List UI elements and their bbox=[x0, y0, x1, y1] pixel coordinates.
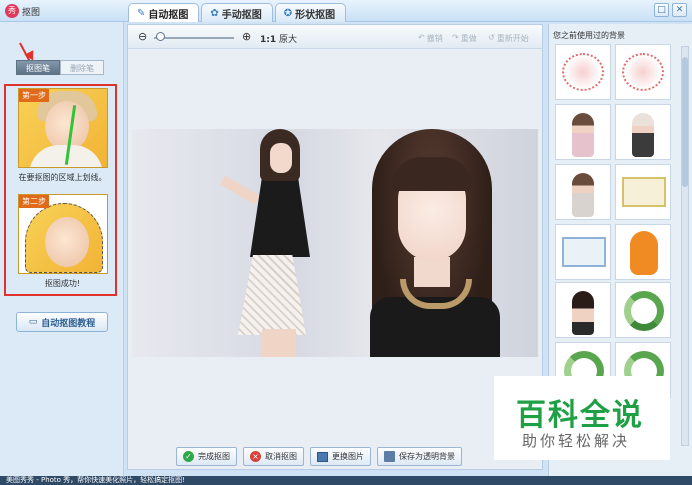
background-thumb[interactable] bbox=[555, 164, 611, 220]
save-transparent-button[interactable]: 保存为透明背景 bbox=[377, 447, 462, 466]
restart-label: 重新开始 bbox=[496, 34, 529, 43]
replace-image-button[interactable]: 更换图片 bbox=[310, 447, 371, 466]
cancel-icon: × bbox=[250, 451, 261, 462]
tab-label: 自动抠图 bbox=[148, 9, 189, 21]
title-bar: 秀 抠图 ✎ 自动抠图 ✿ 手动抠图 ✪ 形状抠图 □ ✕ bbox=[0, 0, 692, 22]
done-button[interactable]: ✓ 完成抠图 bbox=[176, 447, 237, 466]
close-button[interactable]: ✕ bbox=[672, 3, 687, 17]
background-history-title: 您之前使用过的背景 bbox=[553, 31, 625, 40]
photo-figure bbox=[392, 157, 472, 191]
tab-label: 手动抠图 bbox=[221, 9, 262, 21]
actual-size-button[interactable]: 1:1 原大 bbox=[260, 32, 297, 45]
cutout-pen-button[interactable]: 抠图笔 bbox=[16, 60, 60, 75]
photo-figure bbox=[220, 175, 260, 205]
background-thumb[interactable] bbox=[615, 104, 671, 160]
zoom-slider-handle[interactable] bbox=[156, 32, 165, 41]
action-buttons: ✓ 完成抠图 × 取消抠图 更换图片 保存为透明背景 bbox=[176, 447, 462, 466]
replace-label: 更换图片 bbox=[332, 452, 364, 461]
done-label: 完成抠图 bbox=[198, 452, 230, 461]
background-thumb[interactable] bbox=[555, 282, 611, 338]
stamp-image bbox=[622, 53, 664, 91]
photo-figure bbox=[270, 143, 292, 173]
thumbnail-scrollbar[interactable] bbox=[681, 46, 689, 446]
left-panel: 抠图笔 删除笔 第一步 在要抠图的区域上划线。 第二步 抠图成功! ▭ 自动抠图… bbox=[0, 22, 124, 476]
background-thumb[interactable] bbox=[615, 44, 671, 100]
redo-button[interactable]: ↷ 重做 bbox=[452, 33, 477, 44]
status-bar: 美图秀秀 - Photo 秀，帮你快速美化照片，轻松搞定抠图! bbox=[0, 476, 692, 485]
erase-pen-button[interactable]: 删除笔 bbox=[60, 60, 104, 75]
redo-label: 重做 bbox=[460, 34, 477, 43]
ratio-value: 1:1 bbox=[260, 35, 277, 45]
restore-button[interactable]: □ bbox=[654, 3, 669, 17]
undo-icon: ↶ bbox=[418, 33, 425, 42]
save-icon bbox=[384, 451, 395, 462]
undo-button[interactable]: ↶ 撤销 bbox=[418, 33, 443, 44]
redo-icon: ↷ bbox=[452, 33, 459, 42]
background-thumb[interactable] bbox=[615, 224, 671, 280]
window-title: 抠图 bbox=[22, 8, 41, 18]
watermark-title: 百科全说 bbox=[516, 398, 644, 433]
ratio-label: 原大 bbox=[279, 35, 298, 45]
background-thumb[interactable] bbox=[555, 44, 611, 100]
editor-toolbar: ⊖ ⊕ 1:1 原大 ↶ 撤销 ↷ 重做 ↺ 重新开始 bbox=[128, 25, 542, 49]
mascot-image bbox=[630, 231, 658, 275]
gear-icon: ✿ bbox=[210, 7, 219, 19]
restart-button[interactable]: ↺ 重新开始 bbox=[488, 33, 529, 44]
editor-panel: ⊖ ⊕ 1:1 原大 ↶ 撤销 ↷ 重做 ↺ 重新开始 ✓ 完成抠图 × 取消抠图 bbox=[127, 24, 543, 470]
restart-icon: ↺ bbox=[488, 33, 495, 42]
cancel-label: 取消抠图 bbox=[265, 452, 297, 461]
photo-figure bbox=[250, 177, 310, 257]
tab-strip: ✎ 自动抠图 ✿ 手动抠图 ✪ 形状抠图 bbox=[128, 3, 347, 22]
image-icon bbox=[317, 451, 328, 462]
tab-auto-cutout[interactable]: ✎ 自动抠图 bbox=[128, 3, 200, 22]
shape-icon: ✪ bbox=[283, 7, 293, 19]
background-thumb[interactable] bbox=[615, 164, 671, 220]
steps-guide: 第一步 在要抠图的区域上划线。 第二步 抠图成功! bbox=[4, 84, 117, 296]
step1-caption: 在要抠图的区域上划线。 bbox=[18, 173, 107, 182]
step1-image: 第一步 bbox=[18, 88, 108, 168]
tab-manual-cutout[interactable]: ✿ 手动抠图 bbox=[201, 3, 273, 22]
app-logo-icon: 秀 bbox=[5, 4, 19, 18]
photo-figure bbox=[262, 329, 296, 357]
tutorial-label: 自动抠图教程 bbox=[41, 318, 96, 329]
background-thumb[interactable] bbox=[615, 282, 671, 338]
person-image bbox=[632, 113, 654, 157]
baby-face bbox=[45, 217, 89, 267]
book-icon: ▭ bbox=[28, 317, 38, 327]
step2-image: 第二步 bbox=[18, 194, 108, 274]
background-thumb[interactable] bbox=[555, 104, 611, 160]
swirl-image bbox=[624, 291, 664, 331]
step2-caption: 抠图成功! bbox=[44, 279, 81, 288]
certificate-image bbox=[622, 177, 666, 207]
certificate-image bbox=[562, 237, 606, 267]
person-image bbox=[572, 113, 594, 157]
tab-shape-cutout[interactable]: ✪ 形状抠图 bbox=[274, 3, 347, 22]
stamp-image bbox=[562, 53, 604, 91]
brush-icon: ✎ bbox=[137, 7, 146, 19]
tutorial-button[interactable]: ▭ 自动抠图教程 bbox=[16, 312, 108, 332]
zoom-out-icon[interactable]: ⊖ bbox=[138, 30, 147, 43]
watermark: 百科全说 助你轻松解决 bbox=[494, 376, 670, 460]
save-label: 保存为透明背景 bbox=[399, 452, 455, 461]
photo-canvas[interactable] bbox=[132, 129, 538, 357]
person-image bbox=[572, 291, 594, 335]
cancel-button[interactable]: × 取消抠图 bbox=[243, 447, 304, 466]
person-image bbox=[572, 173, 594, 217]
scrollbar-thumb[interactable] bbox=[682, 57, 688, 187]
step1-tag: 第一步 bbox=[19, 89, 49, 102]
step2-tag: 第二步 bbox=[19, 195, 49, 208]
zoom-slider[interactable] bbox=[154, 37, 234, 39]
watermark-subtitle: 助你轻松解决 bbox=[522, 432, 631, 450]
background-thumb[interactable] bbox=[555, 224, 611, 280]
mode-switch: 抠图笔 删除笔 bbox=[16, 60, 104, 75]
check-icon: ✓ bbox=[183, 451, 194, 462]
zoom-in-icon[interactable]: ⊕ bbox=[242, 30, 251, 43]
undo-label: 撤销 bbox=[426, 34, 443, 43]
tab-label: 形状抠图 bbox=[295, 9, 336, 21]
photo-figure bbox=[238, 255, 306, 335]
